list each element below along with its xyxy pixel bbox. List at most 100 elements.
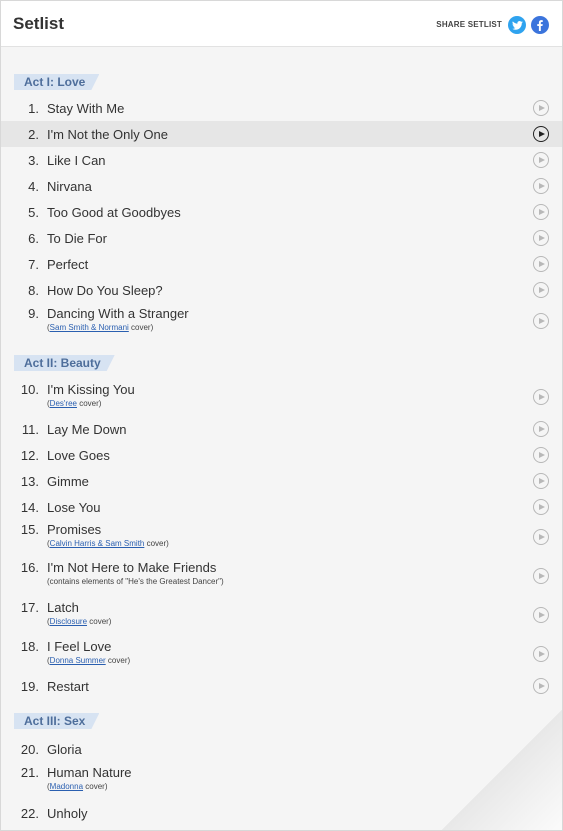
track-number: 5. (28, 205, 39, 220)
song-title[interactable]: Too Good at Goodbyes (47, 205, 181, 220)
song-title[interactable]: Nirvana (47, 179, 92, 194)
play-button-icon[interactable] (533, 805, 549, 821)
setlist-row[interactable]: 18. I Feel Love (Donna Summer cover) (1, 636, 562, 672)
song-title[interactable]: I'm Kissing You (47, 382, 135, 397)
setlist-row[interactable]: 19. Restart (1, 673, 562, 699)
track-number: 22. (20, 806, 39, 821)
twitter-icon[interactable] (508, 16, 526, 34)
setlist-row[interactable]: 4. Nirvana (1, 173, 562, 199)
note-text: (contains elements of "He's the Greatest… (47, 577, 224, 586)
track-number: 15. (20, 522, 39, 537)
note-close: cover) (128, 323, 154, 332)
setlist-row[interactable]: 16. I'm Not Here to Make Friends (contains… (1, 557, 562, 595)
song-title[interactable]: How Do You Sleep? (47, 283, 163, 298)
setlist-row[interactable]: 10. I'm Kissing You (Des'ree cover) (1, 379, 562, 415)
song-title[interactable]: Latch (47, 600, 79, 615)
song-note: (Donna Summer cover) (47, 656, 130, 665)
song-title[interactable]: Lose You (47, 500, 101, 515)
setlist-row[interactable]: 6. To Die For (1, 225, 562, 251)
setlist-row[interactable]: 2. I'm Not the Only One (1, 121, 562, 147)
song-title[interactable]: Human Nature (47, 765, 132, 780)
play-button-icon[interactable] (533, 230, 549, 246)
track-number: 1. (28, 101, 39, 116)
song-title[interactable]: Perfect (47, 257, 88, 272)
song-title[interactable]: To Die For (47, 231, 107, 246)
play-button-icon[interactable] (533, 313, 549, 329)
track-number: 14. (20, 500, 39, 515)
play-button-icon[interactable] (533, 646, 549, 662)
play-button-icon[interactable] (533, 204, 549, 220)
play-button-icon[interactable] (533, 126, 549, 142)
setlist-panel: Setlist SHARE SETLIST Act I: Love Act II… (0, 0, 563, 831)
act-heading: Act II: Beauty (14, 355, 115, 371)
cover-artist-link[interactable]: Madonna (50, 782, 83, 791)
track-number: 16. (20, 560, 39, 575)
song-note: (Madonna cover) (47, 782, 107, 791)
setlist-row[interactable]: 7. Perfect (1, 251, 562, 277)
play-button-icon[interactable] (533, 678, 549, 694)
song-title[interactable]: Gimme (47, 474, 89, 489)
play-button-icon[interactable] (533, 773, 549, 789)
play-button-icon[interactable] (533, 421, 549, 437)
setlist-row[interactable]: 13. Gimme (1, 468, 562, 494)
song-note: (Calvin Harris & Sam Smith cover) (47, 539, 169, 548)
play-button-icon[interactable] (533, 499, 549, 515)
setlist-row[interactable]: 14. Lose You (1, 494, 562, 520)
song-title[interactable]: Promises (47, 522, 101, 537)
play-button-icon[interactable] (533, 256, 549, 272)
song-note: (Disclosure cover) (47, 617, 111, 626)
song-note: (Sam Smith & Normani cover) (47, 323, 153, 332)
note-close: cover) (87, 617, 112, 626)
track-number: 20. (20, 742, 39, 757)
play-button-icon[interactable] (533, 282, 549, 298)
song-title[interactable]: Gloria (47, 742, 82, 757)
cover-artist-link[interactable]: Disclosure (50, 617, 87, 626)
cover-artist-link[interactable]: Calvin Harris & Sam Smith (50, 539, 145, 548)
facebook-icon[interactable] (531, 16, 549, 34)
track-number: 7. (28, 257, 39, 272)
setlist-row[interactable]: 22. Unholy (1, 800, 562, 826)
song-title[interactable]: Lay Me Down (47, 422, 126, 437)
play-button-icon[interactable] (533, 568, 549, 584)
cover-artist-link[interactable]: Des'ree (50, 399, 77, 408)
play-button-icon[interactable] (533, 389, 549, 405)
song-title[interactable]: Unholy (47, 806, 87, 821)
setlist-row[interactable]: 15. Promises (Calvin Harris & Sam Smith co… (1, 519, 562, 555)
song-title[interactable]: Love Goes (47, 448, 110, 463)
setlist-row[interactable]: 12. Love Goes (1, 442, 562, 468)
track-number: 10. (20, 382, 39, 397)
song-title[interactable]: Dancing With a Stranger (47, 306, 189, 321)
play-button-icon[interactable] (533, 741, 549, 757)
cover-artist-link[interactable]: Sam Smith & Normani (50, 323, 129, 332)
setlist-row[interactable]: 5. Too Good at Goodbyes (1, 199, 562, 225)
song-note: (Des'ree cover) (47, 399, 101, 408)
play-button-icon[interactable] (533, 178, 549, 194)
track-number: 18. (20, 639, 39, 654)
song-title[interactable]: Like I Can (47, 153, 106, 168)
setlist-row[interactable]: 8. How Do You Sleep? (1, 277, 562, 303)
note-close: cover) (105, 656, 131, 665)
song-title[interactable]: I Feel Love (47, 639, 111, 654)
setlist-row[interactable]: 17. Latch (Disclosure cover) (1, 597, 562, 633)
setlist-row[interactable]: 21. Human Nature (Madonna cover) (1, 762, 562, 800)
song-title[interactable]: I'm Not Here to Make Friends (47, 560, 216, 575)
setlist-row[interactable]: 3. Like I Can (1, 147, 562, 173)
play-button-icon[interactable] (533, 447, 549, 463)
track-number: 17. (20, 600, 39, 615)
act-heading: Act III: Sex (14, 713, 99, 729)
setlist-row[interactable]: 9. Dancing With a Stranger (Sam Smith & No… (1, 303, 562, 339)
act-heading: Act I: Love (14, 74, 99, 90)
setlist-row[interactable]: 11. Lay Me Down (1, 416, 562, 442)
play-button-icon[interactable] (533, 100, 549, 116)
song-title[interactable]: Stay With Me (47, 101, 124, 116)
setlist-row[interactable]: 20. Gloria (1, 736, 562, 762)
play-button-icon[interactable] (533, 607, 549, 623)
setlist-row[interactable]: 1. Stay With Me (1, 95, 562, 121)
cover-artist-link[interactable]: Donna Summer (50, 656, 106, 665)
play-button-icon[interactable] (533, 152, 549, 168)
note-close: cover) (144, 539, 169, 548)
play-button-icon[interactable] (533, 529, 549, 545)
song-title[interactable]: I'm Not the Only One (47, 127, 168, 142)
play-button-icon[interactable] (533, 473, 549, 489)
song-title[interactable]: Restart (47, 679, 89, 694)
